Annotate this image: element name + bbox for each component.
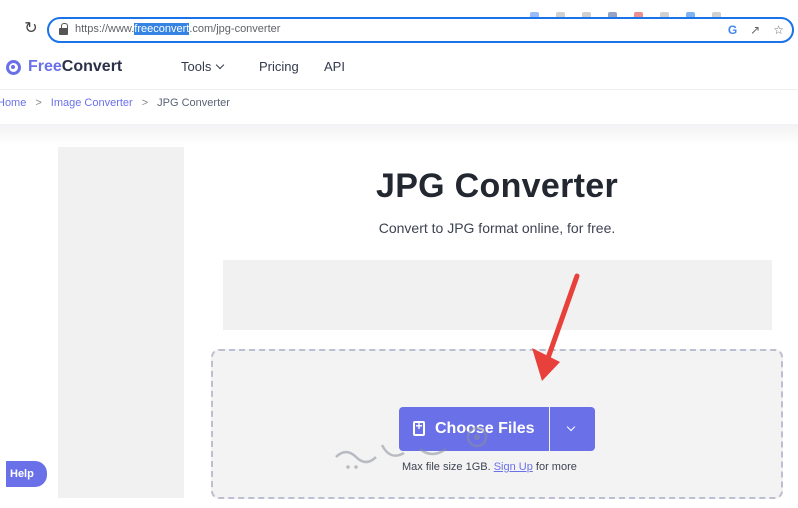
nav-tools-menu[interactable]: Tools <box>181 59 225 74</box>
chevron-down-icon <box>216 60 225 70</box>
page: ↻ https://www.freeconvert.com/jpg-conver… <box>0 0 798 508</box>
logo-icon <box>6 59 21 75</box>
top-ad-slot <box>223 260 772 330</box>
help-button[interactable]: Help <box>6 461 47 487</box>
share-icon[interactable]: ↗ <box>750 22 760 38</box>
page-subtitle: Convert to JPG format online, for free. <box>378 220 616 236</box>
address-bar[interactable]: https://www.freeconvert.com/jpg-converte… <box>47 17 794 43</box>
site-header: FreeConvert Tools Pricing API <box>0 44 798 90</box>
nav-pricing[interactable]: Pricing <box>259 59 299 74</box>
extensions-strip <box>530 6 798 19</box>
upload-source-dropdown[interactable] <box>550 407 595 451</box>
freeconvert-logo[interactable]: FreeConvert <box>6 58 122 76</box>
nav-api[interactable]: API <box>324 59 345 74</box>
left-ad-slot <box>58 147 184 498</box>
google-icon[interactable]: G <box>728 22 737 38</box>
breadcrumb: Home > Image Converter > JPG Converter <box>0 97 230 109</box>
breadcrumb-image-converter[interactable]: Image Converter <box>51 97 133 109</box>
chevron-down-icon <box>566 422 576 432</box>
breadcrumb-current: JPG Converter <box>157 97 230 109</box>
annotation-arrow-icon <box>532 273 580 381</box>
logo-text: FreeConvert <box>28 58 123 75</box>
browser-toolbar: ↻ https://www.freeconvert.com/jpg-conver… <box>0 0 798 44</box>
watermark-logo <box>335 426 488 469</box>
page-title: JPG Converter <box>376 167 618 205</box>
breadcrumb-home[interactable]: Home <box>0 97 26 109</box>
reload-icon[interactable]: ↻ <box>22 20 40 38</box>
lock-icon <box>59 23 68 35</box>
url-text[interactable]: https://www.freeconvert.com/jpg-converte… <box>75 23 280 35</box>
star-icon[interactable]: ☆ <box>773 22 784 38</box>
address-bar-actions: G ↗ ☆ <box>728 22 784 38</box>
